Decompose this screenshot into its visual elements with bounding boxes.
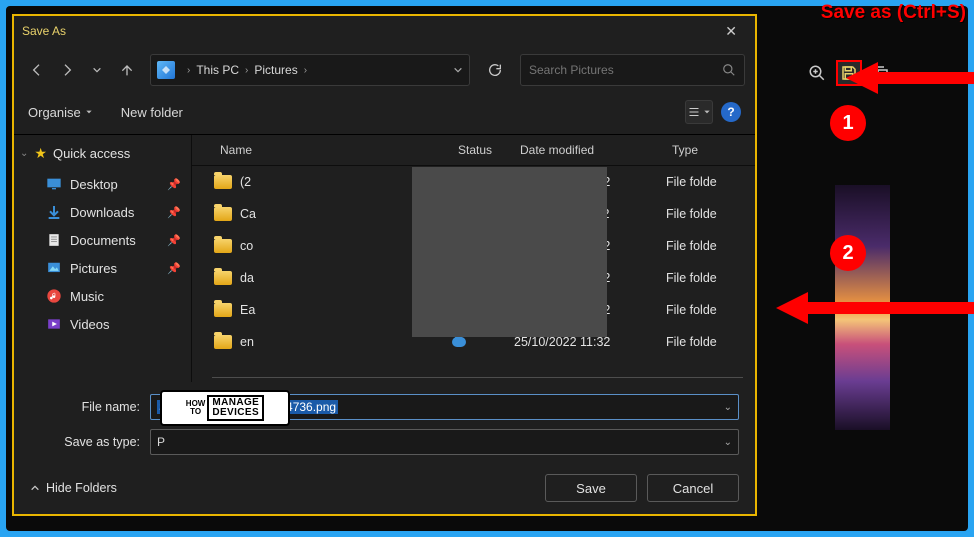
crumb-this-pc[interactable]: This PC (196, 63, 239, 77)
documents-icon (46, 232, 62, 248)
search-box[interactable] (520, 54, 745, 86)
sidebar-item-videos[interactable]: Videos (14, 310, 191, 338)
folder-icon (214, 239, 232, 253)
row-type: File folde (666, 335, 746, 349)
cloud-icon (452, 337, 466, 347)
savetype-select[interactable]: P ⌄ (150, 429, 739, 455)
forward-button[interactable] (54, 57, 80, 83)
annotation-badge-1: 1 (830, 105, 866, 141)
sidebar-item-label: Documents (70, 233, 136, 248)
row-type: File folde (666, 175, 746, 189)
downloads-icon (46, 204, 62, 220)
sidebar-item-desktop[interactable]: Desktop 📌 (14, 170, 191, 198)
back-button[interactable] (24, 57, 50, 83)
recent-dropdown[interactable] (84, 57, 110, 83)
main-area: ⌄ ★ Quick access Desktop 📌 Downloads 📌 D… (14, 134, 755, 382)
breadcrumb[interactable]: › This PC › Pictures › (150, 54, 470, 86)
row-type: File folde (666, 303, 746, 317)
row-type: File folde (666, 207, 746, 221)
sidebar-item-downloads[interactable]: Downloads 📌 (14, 198, 191, 226)
col-status[interactable]: Status (452, 141, 514, 159)
annotation-badge-2: 2 (830, 235, 866, 271)
col-name[interactable]: Name (214, 141, 452, 159)
pin-icon: 📌 (167, 178, 181, 191)
sidebar-item-documents[interactable]: Documents 📌 (14, 226, 191, 254)
crumb-pictures[interactable]: Pictures (254, 63, 297, 77)
sidebar-quick-access[interactable]: ⌄ ★ Quick access (14, 141, 191, 170)
command-row: Organise New folder ? (14, 94, 755, 134)
desktop-icon (46, 176, 62, 192)
sidebar-item-label: Desktop (70, 177, 118, 192)
cancel-button[interactable]: Cancel (647, 474, 739, 502)
column-headers: Name Status Date modified Type (192, 135, 755, 166)
pin-icon: 📌 (167, 234, 181, 247)
sidebar-item-label: Music (70, 289, 104, 304)
dialog-title: Save As (22, 24, 66, 38)
savetype-value: P (157, 435, 165, 449)
chevron-down-icon[interactable]: ⌄ (724, 402, 732, 413)
save-button[interactable]: Save (545, 474, 637, 502)
close-button[interactable]: ✕ (715, 19, 747, 44)
titlebar: Save As ✕ (14, 16, 755, 46)
annotation-save-as-label: Save as (Ctrl+S) (821, 2, 966, 24)
help-button[interactable]: ? (721, 102, 741, 122)
refresh-button[interactable] (480, 55, 510, 85)
col-date[interactable]: Date modified (514, 141, 666, 159)
search-icon[interactable] (722, 63, 736, 77)
videos-icon (46, 316, 62, 332)
col-type[interactable]: Type (666, 141, 746, 159)
pin-icon: 📌 (167, 262, 181, 275)
new-folder-button[interactable]: New folder (121, 105, 183, 120)
row-type: File folde (666, 239, 746, 253)
pictures-icon (46, 260, 62, 276)
row-status (452, 337, 514, 347)
search-input[interactable] (529, 63, 722, 77)
savetype-label: Save as type: (30, 435, 150, 449)
row-date: 25/10/2022 11:32 (514, 335, 666, 349)
sidebar-item-label: Videos (70, 317, 110, 332)
sidebar-item-label: Pictures (70, 261, 117, 276)
row-type: File folde (666, 271, 746, 285)
row-name: en (240, 335, 452, 349)
star-icon: ★ (34, 145, 47, 162)
organise-menu[interactable]: Organise (28, 105, 93, 120)
hide-folders-toggle[interactable]: Hide Folders (30, 481, 117, 495)
this-pc-icon (157, 61, 175, 79)
watermark-logo: HOW TO MANAGE DEVICES (160, 390, 290, 426)
zoom-in-icon[interactable] (804, 60, 830, 86)
up-button[interactable] (114, 57, 140, 83)
form-area: File name: S 4736.png ⌄ Save as type: P … (14, 382, 755, 464)
sidebar-item-pictures[interactable]: Pictures 📌 (14, 254, 191, 282)
sidebar: ⌄ ★ Quick access Desktop 📌 Downloads 📌 D… (14, 135, 192, 382)
folder-icon (214, 175, 232, 189)
file-list: Name Status Date modified Type (2iles25/… (192, 135, 755, 382)
chevron-down-icon[interactable] (453, 65, 463, 75)
redacted-overlay (412, 167, 607, 337)
folder-icon (214, 335, 232, 349)
folder-icon (214, 303, 232, 317)
folder-icon (214, 271, 232, 285)
folder-icon (214, 207, 232, 221)
quick-access-label: Quick access (53, 146, 130, 161)
music-icon (46, 288, 62, 304)
scrollbar-track[interactable] (212, 377, 743, 378)
pin-icon: 📌 (167, 206, 181, 219)
button-row: Hide Folders Save Cancel (14, 464, 755, 514)
filename-label: File name: (30, 400, 150, 414)
view-options-button[interactable] (685, 100, 713, 124)
annotation-arrow-2 (774, 290, 974, 324)
sidebar-item-music[interactable]: Music (14, 282, 191, 310)
chevron-down-icon: ⌄ (20, 148, 28, 159)
save-as-dialog: Save As ✕ › This PC › Pictures › Organis… (12, 14, 757, 516)
annotation-arrow-1 (844, 60, 974, 94)
chevron-down-icon[interactable]: ⌄ (724, 437, 732, 448)
sidebar-item-label: Downloads (70, 205, 134, 220)
nav-row: › This PC › Pictures › (14, 46, 755, 94)
